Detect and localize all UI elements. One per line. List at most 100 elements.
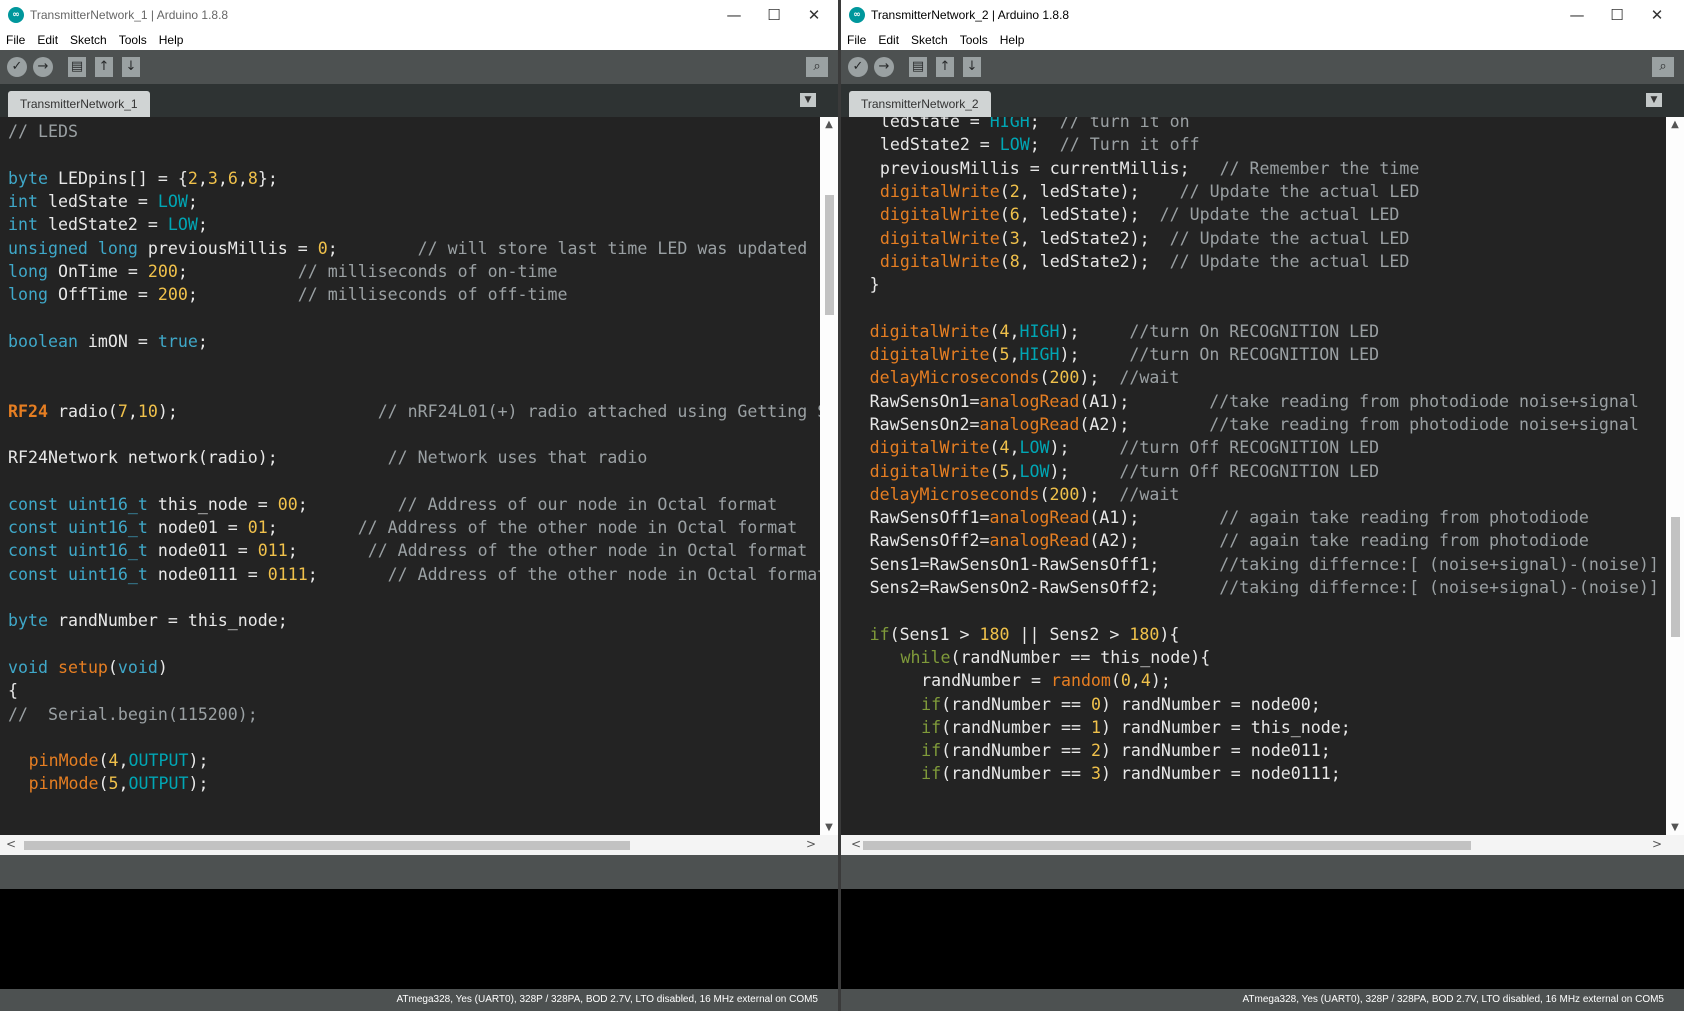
tab-menu-icon[interactable]: ▼ [1646,93,1662,107]
code-token: // Update the actual LED [1169,251,1410,271]
code-token: OffTime = [47,285,158,305]
console[interactable] [841,889,1684,989]
title-bar[interactable]: ∞ TransmitterNetwork_2 | Arduino 1.8.8 —… [841,0,1684,30]
horizontal-scrollbar[interactable]: < > [841,835,1684,855]
code-token: delayMicroseconds [869,368,1040,388]
upload-icon[interactable]: → [874,57,894,77]
save-icon[interactable]: ↓ [122,57,140,77]
arduino-logo-icon: ∞ [849,7,865,23]
code-line: long OnTime = 200; // milliseconds of on… [8,259,558,284]
code-line: int ledState = LOW; [8,189,198,214]
code-token: , ledState); [1019,205,1160,225]
code-token: 8 [247,168,258,188]
scroll-up-icon[interactable]: ▲ [1666,119,1684,130]
new-sketch-icon[interactable]: ▤ [68,57,86,77]
console[interactable] [0,889,838,989]
menu-edit[interactable]: Edit [31,30,64,47]
code-token: // LEDS [8,122,78,141]
open-icon[interactable]: ↑ [95,57,113,77]
horizontal-scroll-thumb[interactable] [24,841,630,850]
menu-edit[interactable]: Edit [872,30,905,47]
menu-tools[interactable]: Tools [954,30,994,47]
menu-tools[interactable]: Tools [113,30,153,47]
save-icon[interactable]: ↓ [963,57,981,77]
code-token: (randNumber == [941,741,1091,761]
tab-sketch[interactable]: TransmitterNetwork_2 [849,91,991,117]
menu-sketch[interactable]: Sketch [905,30,954,47]
serial-monitor-icon[interactable]: ⌕ [1652,57,1674,77]
code-token: ; [297,494,398,514]
code-token: if [921,717,942,737]
code-token: 4 [108,751,119,771]
serial-monitor-icon[interactable]: ⌕ [806,57,828,77]
code-token: RawSensOn2= [869,414,980,434]
new-sketch-icon[interactable]: ▤ [909,57,927,77]
verify-icon[interactable]: ✓ [848,57,868,77]
tab-menu-icon[interactable]: ▼ [800,93,816,107]
code-line: digitalWrite(5,HIGH); //turn On RECOGNIT… [849,342,1380,367]
code-token: // again take reading from photodiode [1219,531,1589,551]
code-token: OUTPUT [128,751,189,771]
code-token: digitalWrite [879,205,1000,225]
code-token: ( [1110,671,1121,691]
code-editor[interactable]: // LEDS byte LEDpins[] = {2,3,6,8}; int le… [0,117,838,835]
scroll-right-icon[interactable]: > [806,837,816,851]
verify-icon[interactable]: ✓ [7,57,27,77]
vertical-scroll-thumb[interactable] [1671,517,1680,637]
code-token: RawSensOn1= [869,391,980,411]
code-token: ; [177,261,298,281]
code-token: 3 [207,168,218,188]
scroll-up-icon[interactable]: ▲ [820,119,838,130]
menu-file[interactable]: File [841,30,872,47]
maximize-icon[interactable]: ☐ [754,4,794,26]
code-token: 7 [117,401,128,421]
close-icon[interactable]: ✕ [1637,4,1677,26]
horizontal-scrollbar[interactable]: < > [0,835,838,855]
tab-bar: TransmitterNetwork_2 ▼ [841,84,1684,117]
open-icon[interactable]: ↑ [936,57,954,77]
scroll-down-icon[interactable]: ▼ [1666,822,1684,833]
code-line: ledState2 = LOW; // Turn it off [849,132,1200,157]
code-token: 6 [1009,205,1020,225]
code-token: , [197,168,208,188]
tab-sketch[interactable]: TransmitterNetwork_1 [8,91,150,117]
code-token: HIGH [1019,345,1060,364]
code-text[interactable]: ledState = HIGH; // turn it on ledState2 … [841,117,1666,835]
code-token: 5 [999,345,1010,364]
minimize-icon[interactable]: — [714,4,754,26]
horizontal-scroll-thumb[interactable] [863,841,1471,850]
code-editor[interactable]: ledState = HIGH; // turn it on ledState2 … [841,117,1684,835]
upload-icon[interactable]: → [33,57,53,77]
scroll-down-icon[interactable]: ▼ [820,822,838,833]
vertical-scrollbar[interactable]: ▲ ▼ [820,117,838,835]
code-token: ); [1059,321,1130,341]
code-token: ); [1079,368,1120,388]
menu-sketch[interactable]: Sketch [64,30,113,47]
code-token: ); [188,751,209,771]
vertical-scrollbar[interactable]: ▲ ▼ [1666,117,1684,835]
code-token: // Update the actual LED [1169,228,1410,248]
close-icon[interactable]: ✕ [794,4,834,26]
code-token: 011 [257,541,288,561]
scroll-right-icon[interactable]: > [1652,837,1662,851]
menu-help[interactable]: Help [153,30,190,47]
menu-file[interactable]: File [0,30,31,47]
scroll-left-icon[interactable]: < [6,837,16,851]
code-line: Sens2=RawSensOn2-RawSensOff2; //taking d… [849,575,1659,600]
minimize-icon[interactable]: — [1557,4,1597,26]
maximize-icon[interactable]: ☐ [1597,4,1637,26]
menu-help[interactable]: Help [994,30,1031,47]
scroll-left-icon[interactable]: < [851,837,861,851]
code-line: RF24Network network(radio); // Network u… [8,445,647,470]
code-token: ); [1079,484,1120,504]
code-line: digitalWrite(4,HIGH); //turn On RECOGNIT… [849,319,1380,344]
code-text[interactable]: // LEDS byte LEDpins[] = {2,3,6,8}; int le… [0,117,820,835]
code-token: ){ [1159,624,1180,644]
title-bar[interactable]: ∞ TransmitterNetwork_1 | Arduino 1.8.8 —… [0,0,838,30]
vertical-scroll-thumb[interactable] [825,195,834,315]
code-token: ; [287,541,368,561]
code-line: const uint16_t node01 = 01; // Address o… [8,515,797,540]
code-token: RF24 [8,401,48,421]
code-token: ( [989,461,1000,481]
